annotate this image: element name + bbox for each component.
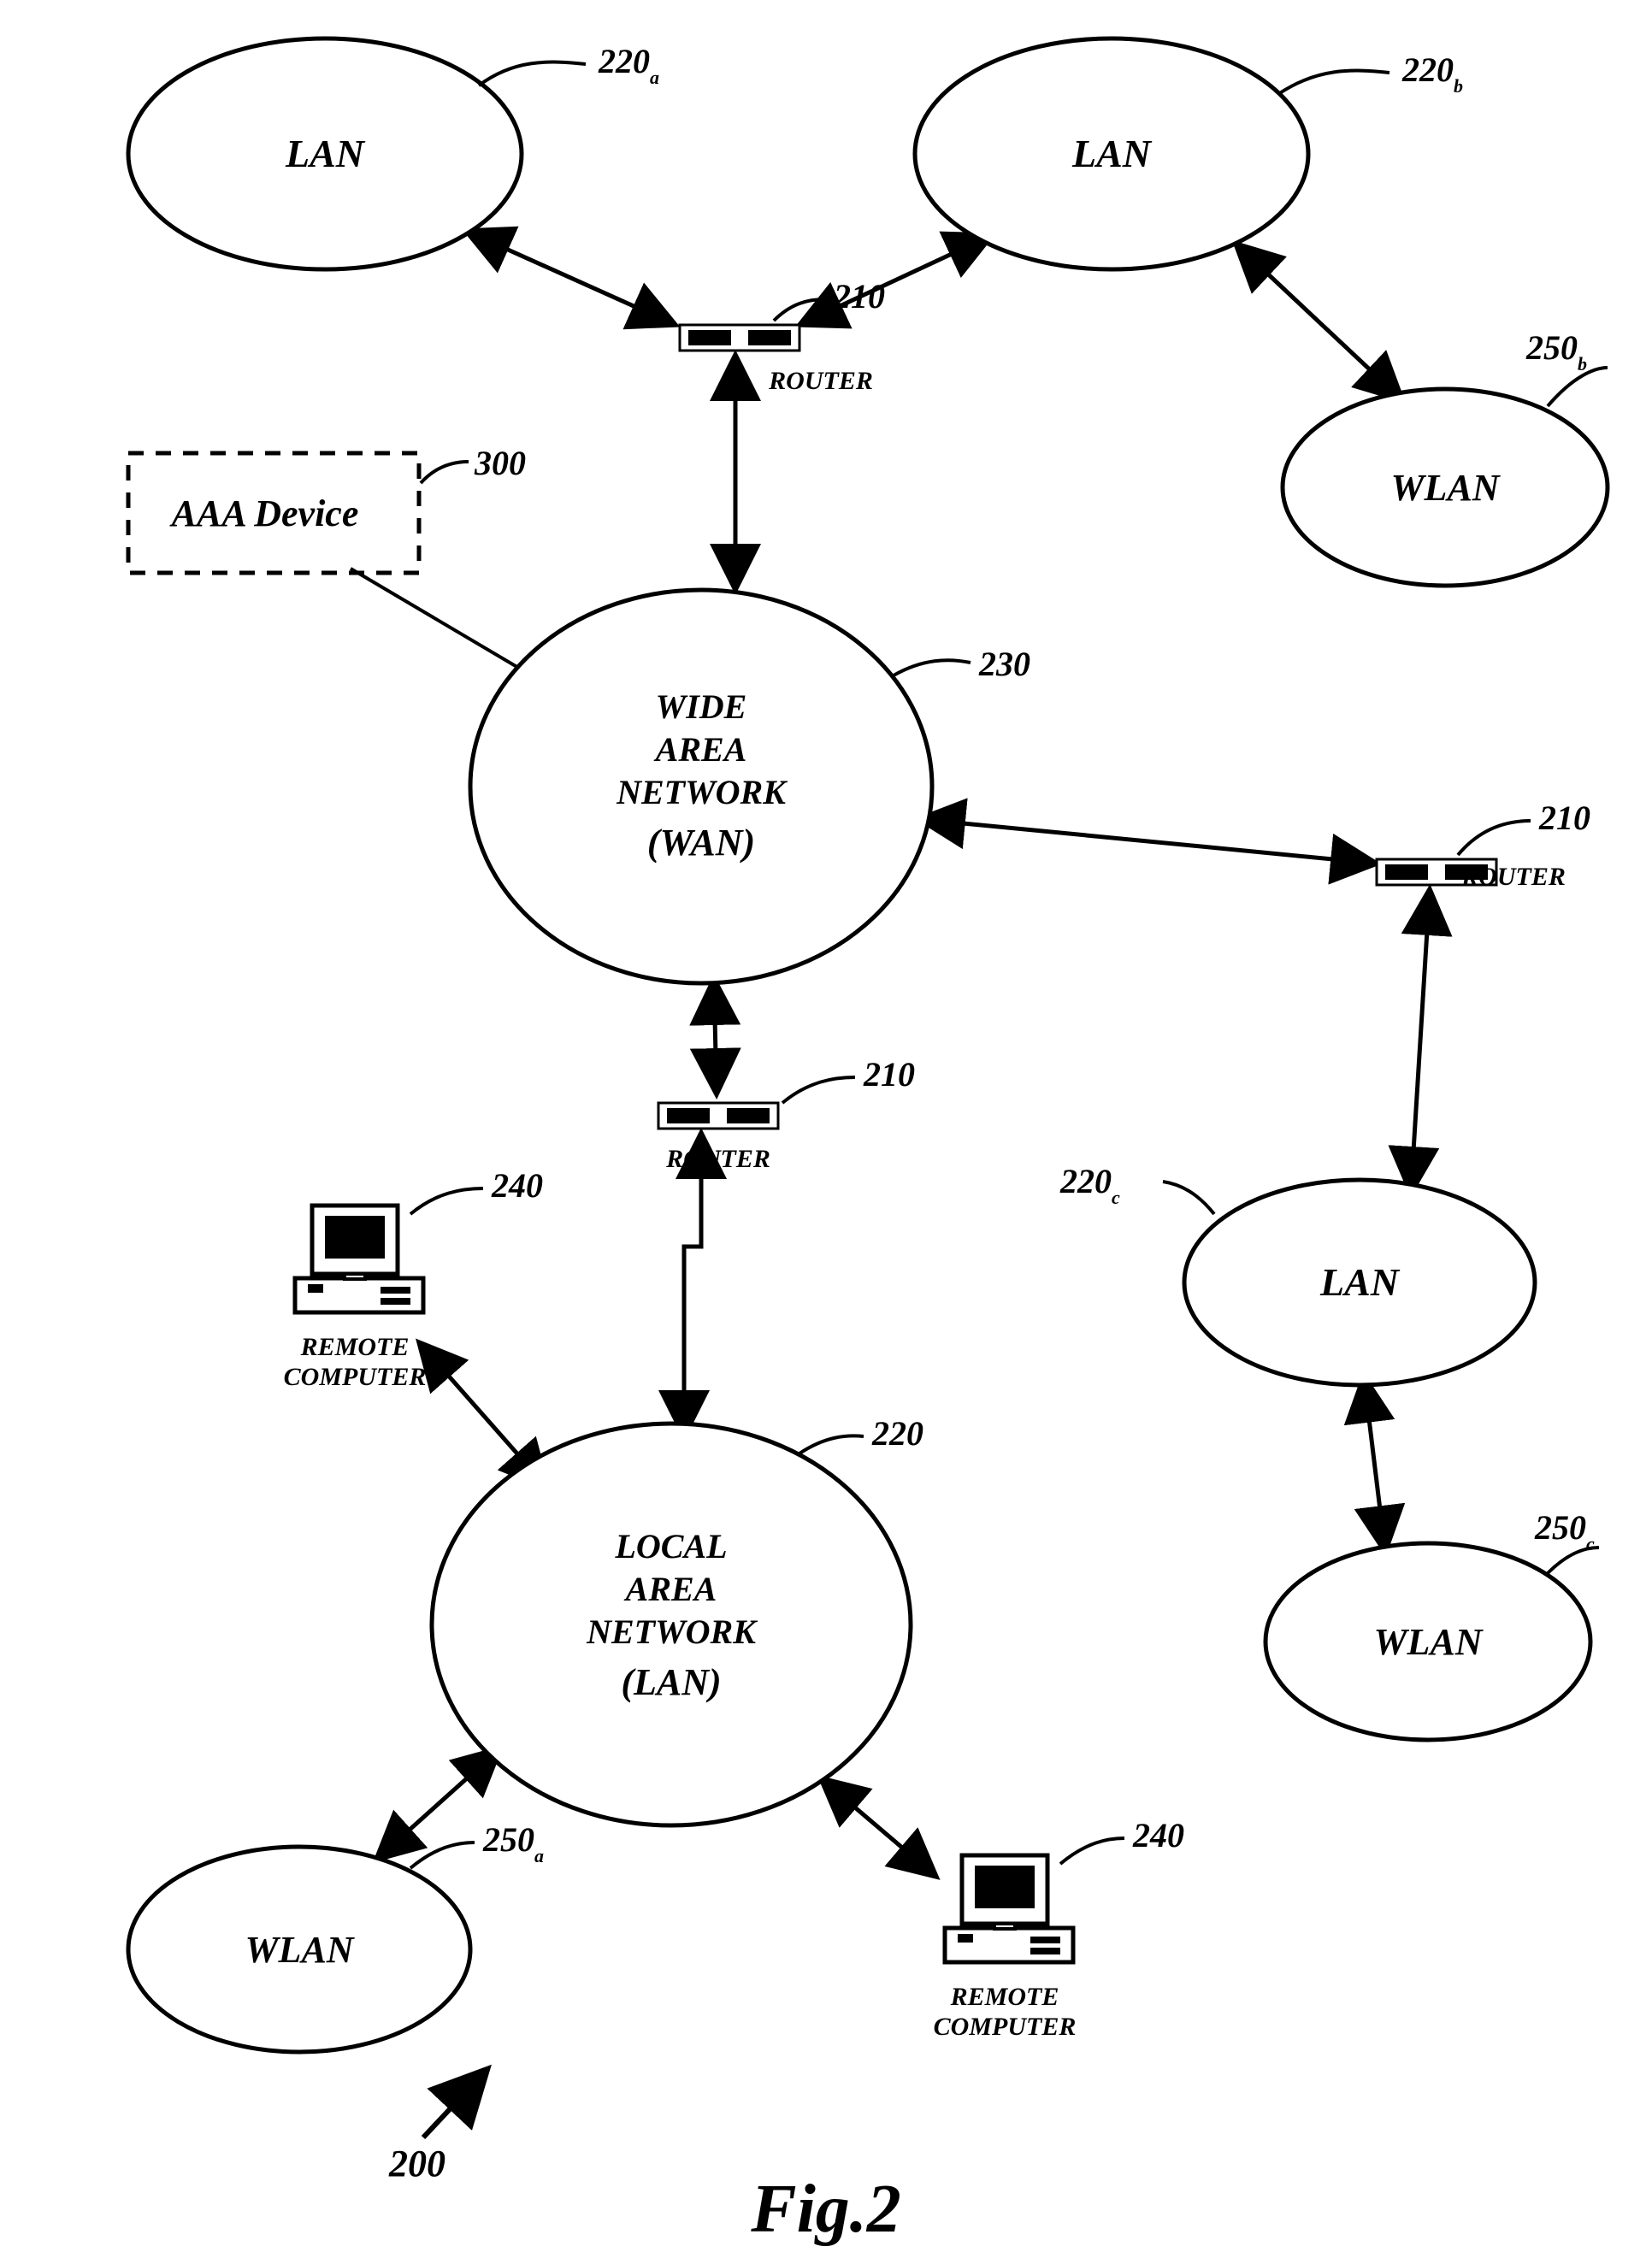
wlan-b-node: WLAN 250b bbox=[1283, 328, 1608, 586]
link-aaa-wan bbox=[351, 569, 539, 680]
lan-c-ref: 220c bbox=[1059, 1162, 1120, 1208]
remote-right-ref: 240 bbox=[1132, 1816, 1184, 1854]
lan-main-ref: 220 bbox=[871, 1414, 923, 1453]
lan-a-label: LAN bbox=[285, 132, 366, 175]
wan-ref: 230 bbox=[978, 645, 1030, 683]
remote-computer-right: REMOTE COMPUTER 240 bbox=[934, 1816, 1184, 2041]
link-lan-wlana bbox=[376, 1748, 500, 1860]
svg-text:NETWORK: NETWORK bbox=[586, 1613, 758, 1651]
svg-text:LOCAL: LOCAL bbox=[614, 1527, 727, 1565]
wlan-c-ref: 250c bbox=[1534, 1508, 1595, 1554]
link-wan-router-mid bbox=[714, 979, 717, 1094]
lan-main-node: LOCAL AREA NETWORK (LAN) 220 bbox=[432, 1414, 923, 1825]
lan-a-node: LAN 220a bbox=[128, 38, 659, 269]
svg-text:WIDE: WIDE bbox=[656, 687, 747, 726]
link-wan-router-right bbox=[919, 819, 1377, 864]
svg-text:(WAN): (WAN) bbox=[647, 822, 755, 864]
router-top-label: ROUTER bbox=[768, 367, 873, 395]
svg-text:200: 200 bbox=[388, 2143, 445, 2184]
diagram-ref: 200 bbox=[388, 2069, 487, 2184]
svg-text:AREA: AREA bbox=[623, 1570, 717, 1608]
router-mid-label: ROUTER bbox=[665, 1145, 770, 1173]
wlan-b-label: WLAN bbox=[1390, 467, 1501, 509]
link-lanb-wlanb bbox=[1236, 244, 1402, 400]
router-right-ref: 210 bbox=[1538, 799, 1590, 837]
lan-c-node: LAN 220c bbox=[1059, 1162, 1535, 1385]
remote-computer-left: REMOTE COMPUTER 240 bbox=[284, 1166, 543, 1391]
link-router-lan-a bbox=[466, 231, 676, 325]
svg-text:COMPUTER: COMPUTER bbox=[284, 1363, 427, 1391]
link-router-lan-main bbox=[684, 1133, 701, 1436]
aaa-label: AAA Device bbox=[169, 492, 359, 534]
link-router-lanc bbox=[1411, 889, 1430, 1193]
lan-b-node: LAN 220b bbox=[915, 38, 1463, 269]
router-right: ROUTER 210 bbox=[1377, 799, 1590, 891]
wlan-a-node: WLAN 250a bbox=[128, 1820, 544, 2052]
aaa-ref: 300 bbox=[474, 444, 526, 482]
svg-text:NETWORK: NETWORK bbox=[616, 773, 788, 811]
aaa-device: AAA Device 300 bbox=[128, 444, 526, 573]
svg-text:(LAN): (LAN) bbox=[621, 1661, 721, 1703]
router-right-label: ROUTER bbox=[1460, 863, 1566, 891]
wlan-c-label: WLAN bbox=[1373, 1621, 1484, 1663]
wlan-c-node: WLAN 250c bbox=[1266, 1508, 1599, 1740]
lan-b-label: LAN bbox=[1071, 132, 1153, 175]
svg-text:REMOTE: REMOTE bbox=[300, 1333, 410, 1361]
link-lanc-wlanc bbox=[1364, 1377, 1385, 1552]
router-mid: ROUTER 210 bbox=[658, 1055, 915, 1173]
link-router-lan-b bbox=[799, 235, 992, 325]
wlan-a-label: WLAN bbox=[245, 1929, 355, 1971]
svg-text:AREA: AREA bbox=[653, 730, 747, 769]
link-lan-remote2 bbox=[821, 1778, 936, 1877]
svg-text:REMOTE: REMOTE bbox=[950, 1983, 1059, 2011]
figure-caption: Fig.2 bbox=[750, 2172, 901, 2247]
lan-b-ref: 220b bbox=[1401, 50, 1463, 97]
lan-c-label: LAN bbox=[1319, 1260, 1401, 1304]
router-mid-ref: 210 bbox=[863, 1055, 915, 1094]
router-top: ROUTER 210 bbox=[680, 277, 885, 395]
router-top-ref: 210 bbox=[833, 277, 885, 315]
wan-node: WIDE AREA NETWORK (WAN) 230 bbox=[470, 590, 1030, 983]
lan-a-ref: 220a bbox=[598, 42, 659, 88]
wlan-a-ref: 250a bbox=[482, 1820, 544, 1866]
svg-text:COMPUTER: COMPUTER bbox=[934, 2013, 1077, 2041]
wlan-b-ref: 250b bbox=[1525, 328, 1587, 374]
remote-left-ref: 240 bbox=[491, 1166, 543, 1205]
